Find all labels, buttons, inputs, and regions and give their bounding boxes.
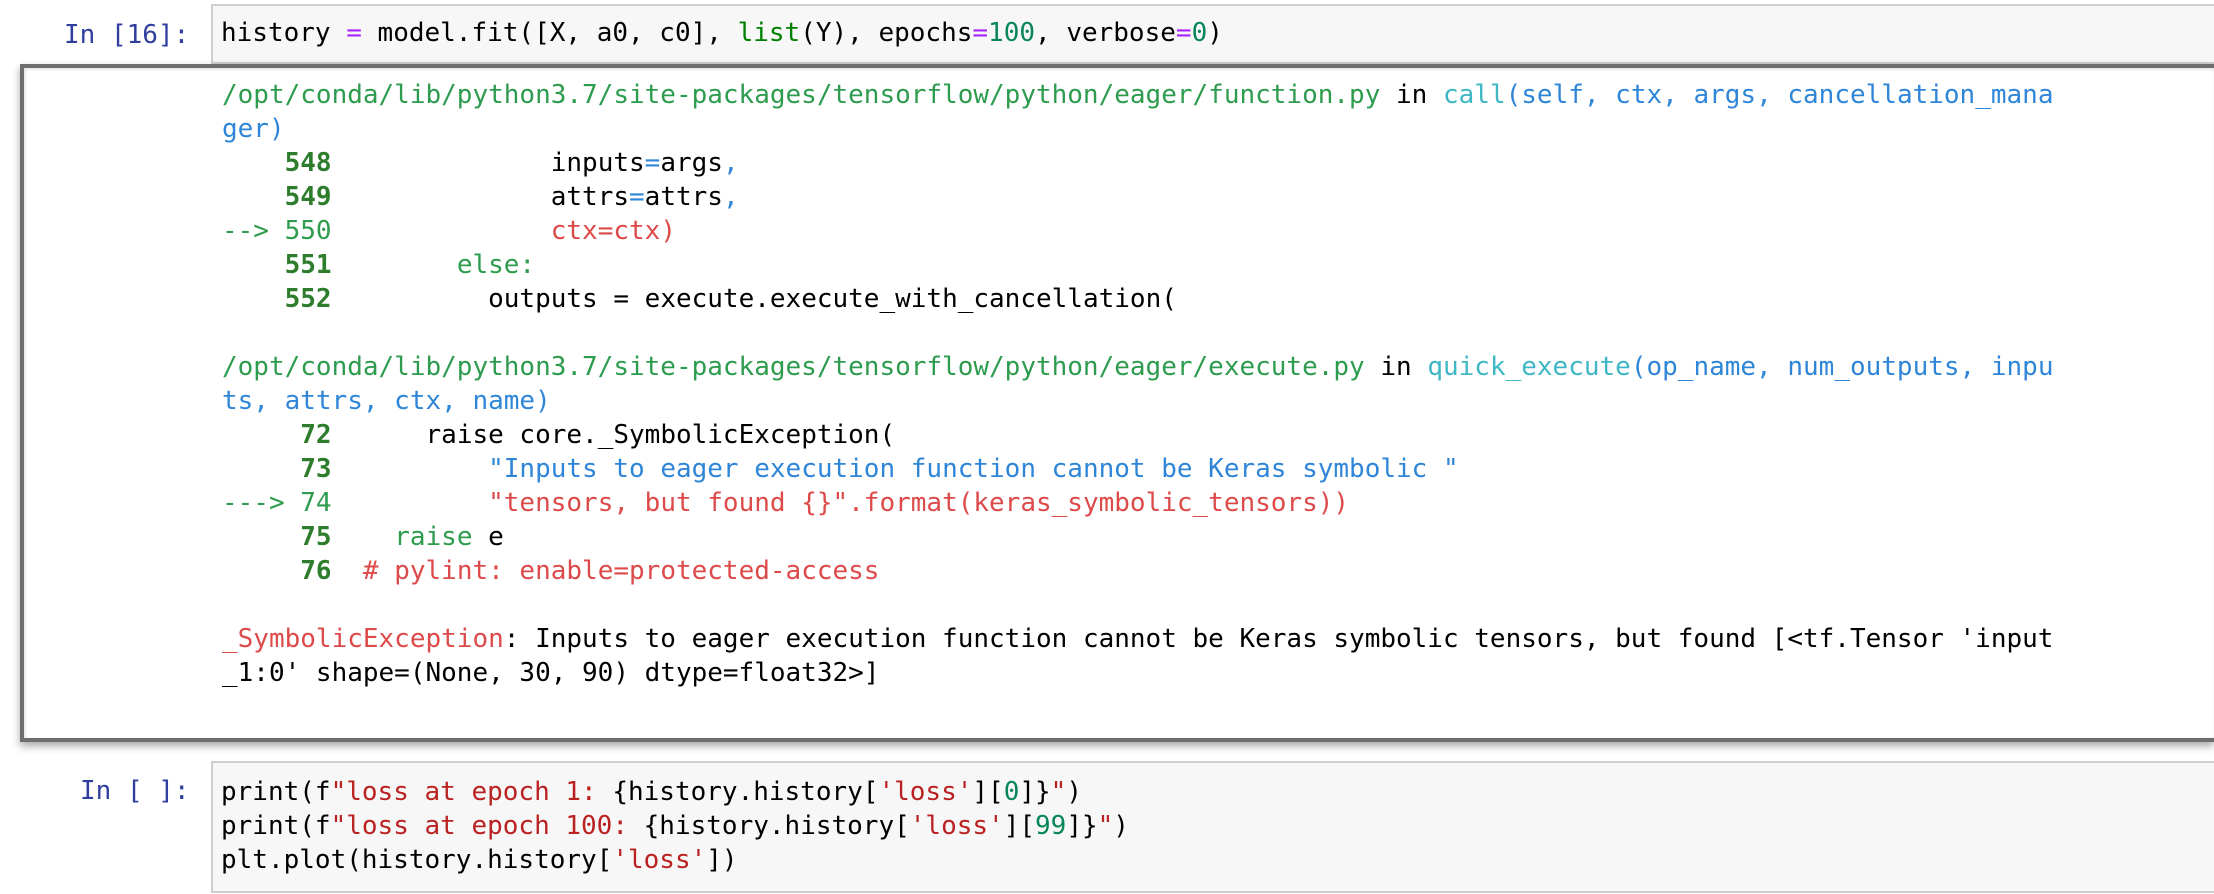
- traceback-line: 73 "Inputs to eager execution function c…: [300, 454, 1459, 484]
- exception-message: _SymbolicException: Inputs to eager exec…: [222, 624, 2054, 654]
- cell-1-prompt: In [16]:: [64, 20, 190, 50]
- cell-2-prompt: In [ ]:: [80, 776, 190, 806]
- traceback-frame-1-header: /opt/conda/lib/python3.7/site-packages/t…: [222, 80, 2054, 110]
- traceback-function-name: quick_execute: [1427, 352, 1631, 382]
- traceback-line: 75 raise e: [300, 522, 504, 552]
- exception-message-cont: _1:0' shape=(None, 30, 90) dtype=float32…: [222, 658, 880, 688]
- traceback-line: 549 attrs=attrs,: [284, 182, 739, 212]
- traceback-line: 552 outputs = execute.execute_with_cance…: [284, 284, 1177, 314]
- traceback-file-path: /opt/conda/lib/python3.7/site-packages/t…: [222, 352, 1365, 382]
- traceback-function-name: call: [1442, 80, 1506, 110]
- traceback-file-path: /opt/conda/lib/python3.7/site-packages/t…: [222, 80, 1381, 110]
- traceback-line-current: --> 550 ctx=ctx): [222, 216, 676, 246]
- traceback-line: 548 inputs=args,: [284, 148, 739, 178]
- cell-1-output[interactable]: /opt/conda/lib/python3.7/site-packages/t…: [20, 64, 2214, 742]
- traceback-frame-1-header-cont: ger): [222, 114, 285, 144]
- traceback-line: 551 else:: [284, 250, 536, 280]
- traceback-line: 72 raise core._SymbolicException(: [300, 420, 896, 450]
- cell-1-input[interactable]: history = model.fit([X, a0, c0], list(Y)…: [211, 4, 2214, 64]
- traceback-frame-2-header-cont: ts, attrs, ctx, name): [222, 386, 551, 416]
- traceback-line: 76 # pylint: enable=protected-access: [300, 556, 880, 586]
- cell-2-code-line: plt.plot(history.history['loss']): [221, 845, 738, 875]
- traceback-frame-2-header: /opt/conda/lib/python3.7/site-packages/t…: [222, 352, 2054, 382]
- cell-2-code-line: print(f"loss at epoch 100: {history.hist…: [221, 811, 1129, 841]
- exception-name: _SymbolicException: [222, 624, 504, 654]
- cell-1-code-line: history = model.fit([X, a0, c0], list(Y)…: [221, 18, 1223, 48]
- cell-2-input[interactable]: print(f"loss at epoch 1: {history.histor…: [211, 761, 2214, 893]
- cell-2-code-line: print(f"loss at epoch 1: {history.histor…: [221, 777, 1082, 807]
- traceback-line-current: ---> 74 "tensors, but found {}".format(k…: [222, 488, 1350, 518]
